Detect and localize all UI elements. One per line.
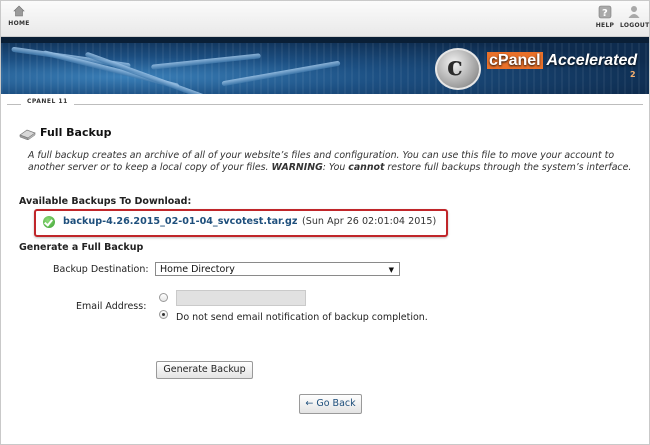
home-label: HOME — [8, 20, 30, 27]
cpanel-logo: c cPanel Accelerated 2 — [435, 48, 645, 90]
no-email-radio[interactable] — [159, 310, 168, 319]
backup-highlight-box: backup-4.26.2015_02-01-04_svcotest.tar.g… — [34, 209, 448, 237]
svg-text:?: ? — [602, 8, 608, 19]
generate-backup-heading: Generate a Full Backup — [19, 242, 144, 253]
top-toolbar: HOME ? HELP LOGOUT — [1, 1, 649, 37]
tab-cpanel[interactable]: CPANEL 11 — [21, 98, 74, 105]
cannot-emphasis: cannot — [348, 161, 385, 173]
page-description: A full backup creates an archive of all … — [28, 150, 638, 173]
banner-cable-graphic — [221, 60, 341, 87]
backup-destination-select[interactable]: Home Directory ▼ — [155, 262, 400, 276]
dropdown-arrow-icon: ▼ — [388, 266, 394, 274]
email-address-input[interactable] — [176, 290, 306, 306]
email-radio[interactable] — [159, 293, 168, 302]
tab-strip: CPANEL 11 — [1, 95, 649, 109]
warning-label: WARNING — [271, 161, 323, 173]
banner-cable-graphic — [151, 53, 261, 70]
available-backups-heading: Available Backups To Download: — [19, 196, 192, 207]
brand-version: 2 — [630, 70, 636, 79]
description-text: : You — [322, 161, 349, 173]
logout-label: LOGOUT — [620, 22, 650, 29]
brand-name: cPanel — [487, 52, 543, 69]
help-icon: ? — [598, 5, 612, 19]
generate-backup-button[interactable]: Generate Backup — [156, 361, 253, 379]
no-email-label: Do not send email notification of backup… — [176, 312, 428, 323]
backup-download-link[interactable]: backup-4.26.2015_02-01-04_svcotest.tar.g… — [63, 216, 298, 227]
brand-accelerated: Accelerated — [546, 52, 638, 69]
go-back-button[interactable]: ← Go Back — [299, 394, 362, 414]
home-button[interactable]: HOME — [7, 5, 31, 27]
tab-divider — [7, 104, 643, 105]
description-text: restore full backups through the system’… — [384, 161, 632, 173]
home-icon — [13, 5, 25, 17]
logout-icon — [628, 6, 640, 18]
checkmark-icon — [43, 216, 55, 228]
help-label: HELP — [595, 22, 615, 29]
backup-date: (Sun Apr 26 02:01:04 2015) — [302, 216, 437, 227]
cpanel-banner: c cPanel Accelerated 2 — [1, 37, 649, 94]
backup-destination-label: Backup Destination: — [53, 264, 149, 275]
logout-button[interactable]: LOGOUT — [620, 5, 650, 29]
hard-drive-icon — [19, 129, 36, 140]
banner-top-band — [1, 37, 649, 43]
banner-cable-graphic — [84, 51, 228, 94]
page-title: Full Backup — [40, 126, 112, 139]
help-button[interactable]: ? HELP — [595, 5, 615, 29]
brand-wordmark: cPanel Accelerated — [487, 52, 637, 70]
cpanel-logo-icon: c — [435, 48, 481, 90]
email-address-label: Email Address: — [76, 301, 147, 312]
backup-destination-value: Home Directory — [160, 264, 235, 275]
